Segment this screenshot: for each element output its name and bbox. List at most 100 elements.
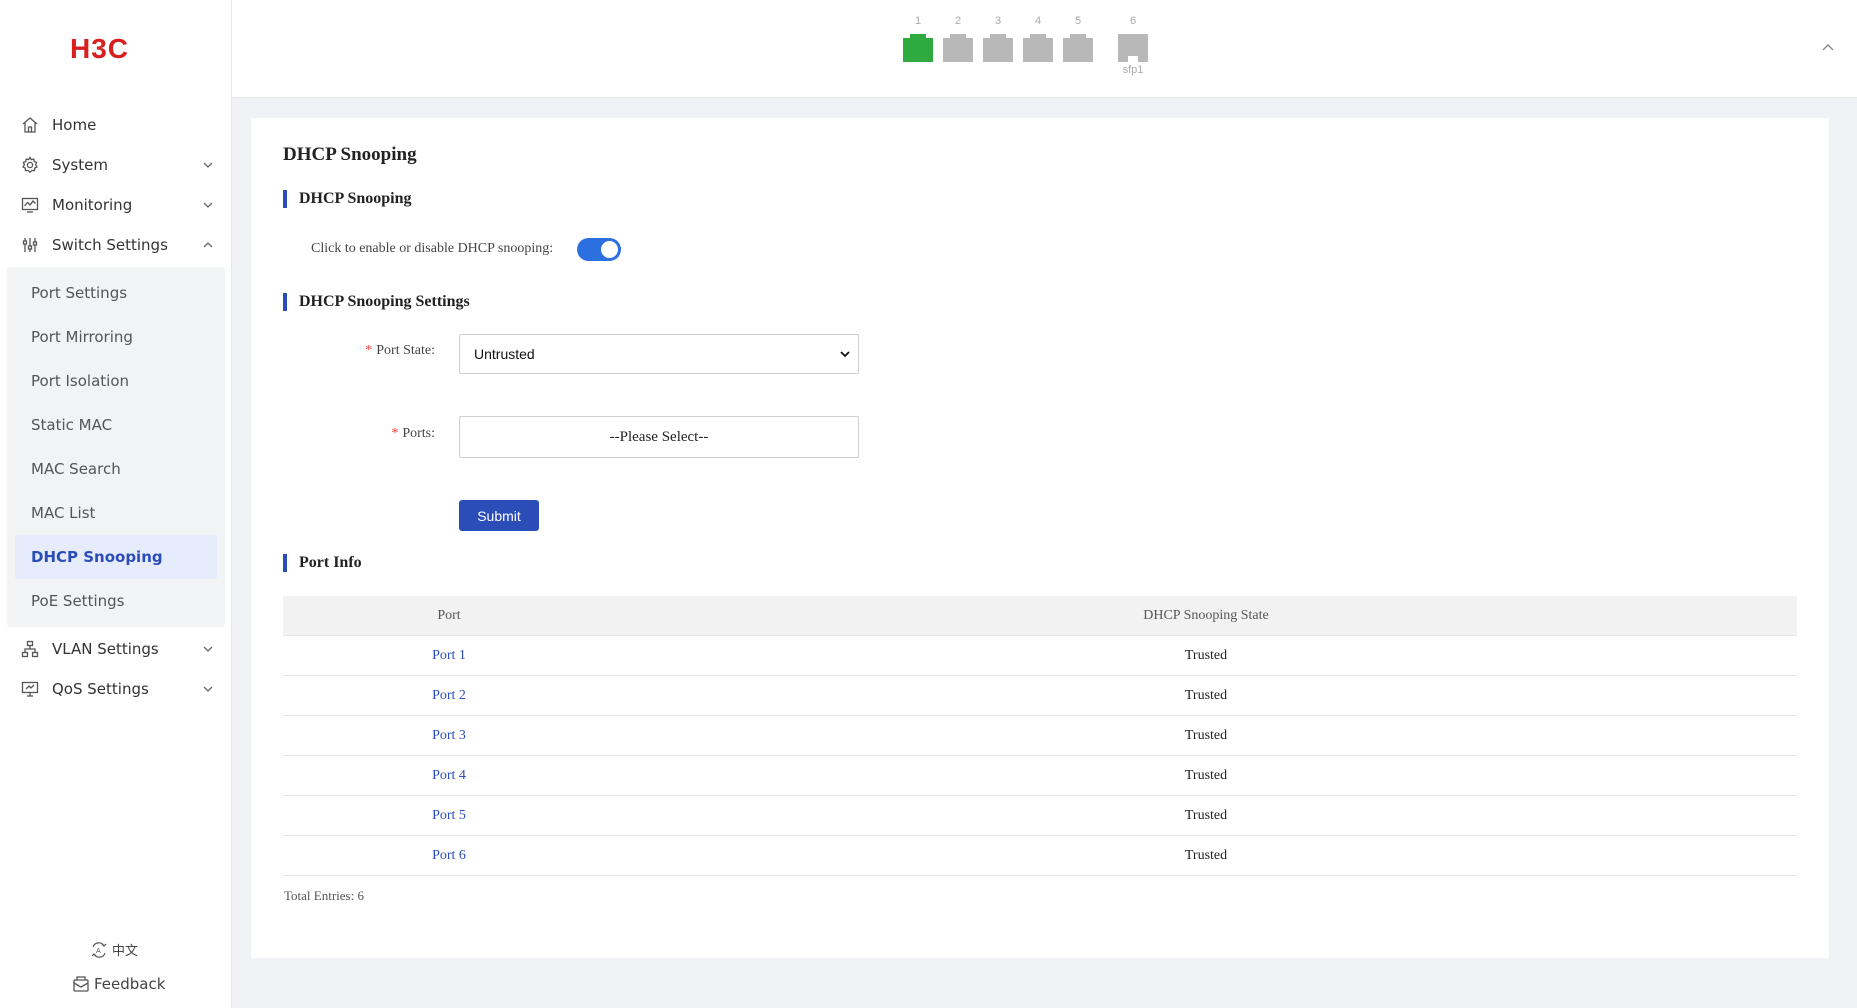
sidebar-item-port-settings[interactable]: Port Settings — [7, 271, 225, 315]
port-link[interactable]: Port 1 — [432, 648, 466, 663]
sidebar-item-label: VLAN Settings — [52, 640, 159, 658]
ethernet-port-icon — [943, 34, 973, 62]
sidebar-item-label: Switch Settings — [52, 236, 168, 254]
port-status-2[interactable]: 2 — [942, 0, 974, 70]
sidebar-item-label: Monitoring — [52, 196, 133, 214]
port-state-value: Untrusted — [474, 346, 535, 362]
port-number: 6 — [1129, 15, 1137, 27]
required-mark: * — [391, 426, 399, 441]
table-row: Port 4 Trusted — [283, 756, 1797, 796]
port-status-1[interactable]: 1 — [902, 0, 934, 70]
sidebar-item-dhcp-snooping[interactable]: DHCP Snooping — [15, 535, 217, 579]
port-number: 2 — [954, 15, 962, 27]
page-title: DHCP Snooping — [283, 144, 417, 165]
sidebar-item-port-isolation[interactable]: Port Isolation — [7, 359, 225, 403]
sidebar-item-system[interactable]: System — [0, 145, 232, 185]
ports-label: * Ports: — [315, 426, 435, 442]
chevron-down-icon — [203, 202, 213, 208]
sidebar-item-port-mirroring[interactable]: Port Mirroring — [7, 315, 225, 359]
chevron-down-icon — [203, 646, 213, 652]
chevron-up-icon — [203, 242, 213, 248]
chevron-up-icon[interactable] — [1821, 42, 1835, 52]
sidebar-item-label: QoS Settings — [52, 680, 149, 698]
sliders-icon — [20, 235, 40, 255]
table-row: Port 1 Trusted — [283, 636, 1797, 676]
ethernet-port-icon — [903, 34, 933, 62]
ports-label-text: Ports: — [402, 426, 435, 441]
language-icon: A — [91, 941, 107, 958]
port-state-label-text: Port State: — [376, 343, 435, 358]
top-bar: 1 2 3 4 5 6 sfp1 — [232, 0, 1857, 98]
port-status-3[interactable]: 3 — [982, 0, 1014, 70]
port-status-6[interactable]: 6 sfp1 — [1117, 0, 1149, 76]
feedback-label: Feedback — [94, 975, 166, 993]
state-cell: Trusted — [1184, 767, 1228, 783]
port-link[interactable]: Port 4 — [432, 768, 466, 783]
sidebar-item-static-mac[interactable]: Static MAC — [7, 403, 225, 447]
table-header: Port DHCP Snooping State — [283, 596, 1797, 636]
language-switch[interactable]: A 中文 — [90, 940, 138, 959]
network-icon — [20, 639, 40, 659]
feedback-icon — [73, 976, 89, 992]
svg-text:A: A — [96, 947, 101, 955]
port-info-table: Port DHCP Snooping State Port 1 Trusted … — [283, 596, 1797, 876]
submit-button[interactable]: Submit — [459, 500, 539, 531]
port-link[interactable]: Port 6 — [432, 848, 466, 863]
state-cell: Trusted — [1184, 647, 1228, 663]
table-row: Port 5 Trusted — [283, 796, 1797, 836]
ports-placeholder: --Please Select-- — [609, 428, 709, 445]
sidebar-item-mac-list[interactable]: MAC List — [7, 491, 225, 535]
port-status-4[interactable]: 4 — [1022, 0, 1054, 70]
sidebar-nav: Home System Monitoring Switch Settings P… — [0, 105, 232, 709]
sidebar-item-label: System — [52, 156, 108, 174]
state-cell: Trusted — [1184, 687, 1228, 703]
port-state-select[interactable]: Untrusted — [459, 334, 859, 374]
port-caption: sfp1 — [1122, 64, 1144, 76]
section-title-settings: DHCP Snooping Settings — [283, 293, 470, 311]
home-icon — [20, 115, 40, 135]
sidebar-item-poe-settings[interactable]: PoE Settings — [7, 579, 225, 623]
gear-icon — [20, 155, 40, 175]
sidebar: H3C Home System Monitoring Switch Settin… — [0, 0, 232, 1008]
port-link[interactable]: Port 3 — [432, 728, 466, 743]
section-title-dhcp-snooping: DHCP Snooping — [283, 190, 411, 208]
sidebar-item-switch-settings[interactable]: Switch Settings — [0, 225, 232, 265]
port-number: 3 — [994, 15, 1002, 27]
ports-select[interactable]: --Please Select-- — [459, 416, 859, 458]
toggle-knob — [601, 241, 618, 258]
table-row: Port 3 Trusted — [283, 716, 1797, 756]
sidebar-item-monitoring[interactable]: Monitoring — [0, 185, 232, 225]
language-label: 中文 — [112, 944, 139, 959]
state-cell: Trusted — [1184, 807, 1228, 823]
feedback-link[interactable]: Feedback — [72, 975, 165, 993]
sidebar-item-qos-settings[interactable]: QoS Settings — [0, 669, 232, 709]
port-status-5[interactable]: 5 — [1062, 0, 1094, 70]
content-card: DHCP Snooping DHCP Snooping Click to ena… — [251, 118, 1829, 958]
chevron-down-icon — [203, 686, 213, 692]
toggle-label: Click to enable or disable DHCP snooping… — [311, 241, 554, 256]
dhcp-snooping-toggle[interactable] — [577, 238, 621, 261]
sidebar-item-home[interactable]: Home — [0, 105, 232, 145]
sidebar-item-vlan-settings[interactable]: VLAN Settings — [0, 629, 232, 669]
ethernet-port-icon — [983, 34, 1013, 62]
column-header-port: Port — [437, 607, 461, 623]
port-link[interactable]: Port 2 — [432, 688, 466, 703]
ethernet-port-icon — [1063, 34, 1093, 62]
svg-text:H3C: H3C — [70, 34, 129, 62]
port-number: 1 — [914, 15, 922, 27]
required-mark: * — [365, 343, 373, 358]
monitor-chart-icon — [20, 195, 40, 215]
ethernet-port-icon — [1023, 34, 1053, 62]
state-cell: Trusted — [1184, 847, 1228, 863]
switch-settings-submenu: Port Settings Port Mirroring Port Isolat… — [7, 267, 225, 627]
section-title-port-info: Port Info — [283, 554, 362, 572]
port-number: 4 — [1034, 15, 1042, 27]
sfp-port-icon — [1118, 34, 1148, 62]
port-link[interactable]: Port 5 — [432, 808, 466, 823]
h3c-logo[interactable]: H3C — [70, 34, 162, 62]
chevron-down-icon — [203, 162, 213, 168]
sidebar-item-mac-search[interactable]: MAC Search — [7, 447, 225, 491]
qos-icon — [20, 679, 40, 699]
table-row: Port 6 Trusted — [283, 836, 1797, 876]
column-header-state: DHCP Snooping State — [1143, 607, 1269, 623]
